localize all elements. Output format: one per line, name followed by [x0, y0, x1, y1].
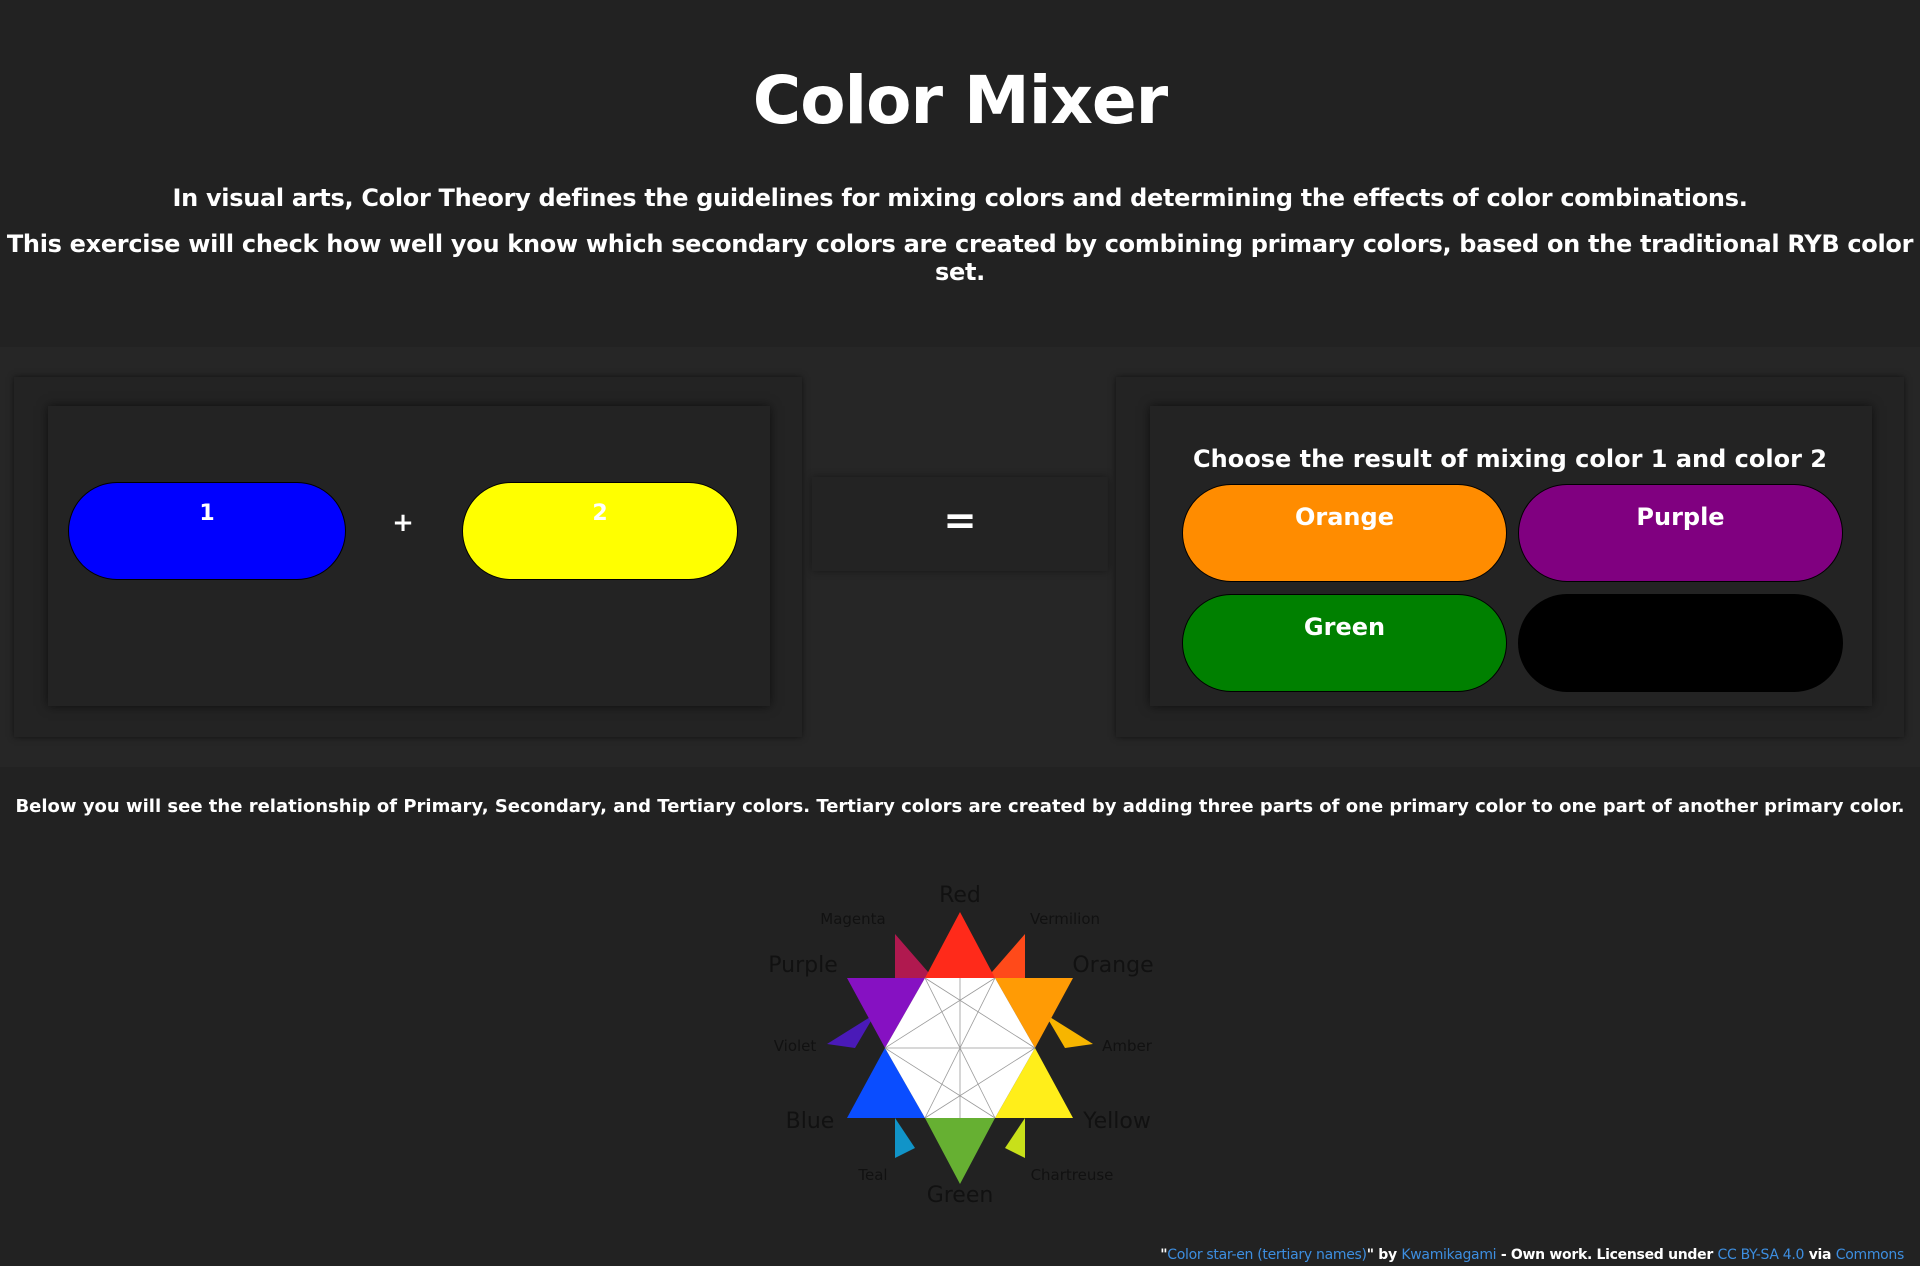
color-1-label: 1	[199, 501, 215, 526]
label-orange: Orange	[1072, 953, 1153, 978]
label-teal: Teal	[857, 1166, 887, 1184]
label-red: Red	[939, 883, 981, 908]
label-amber: Amber	[1102, 1037, 1153, 1055]
option-orange-button[interactable]: Orange	[1182, 484, 1507, 582]
choose-result-heading: Choose the result of mixing color 1 and …	[1193, 445, 1827, 473]
red-triangle	[925, 912, 995, 978]
credit-license-text: - Own work. Licensed under	[1496, 1247, 1718, 1263]
credit-via: via	[1804, 1247, 1836, 1263]
credit-work-link[interactable]: Color star-en (tertiary names)	[1167, 1247, 1367, 1263]
color-2-label: 2	[592, 501, 608, 526]
option-green-button[interactable]: Green	[1182, 594, 1507, 692]
option-orange-label: Orange	[1295, 503, 1394, 531]
violet-triangle	[827, 1014, 875, 1048]
credit-author-link[interactable]: Kwamikagami	[1401, 1247, 1496, 1263]
intro-text-line-1: In visual arts, Color Theory defines the…	[172, 184, 1748, 212]
option-purple-label: Purple	[1636, 503, 1725, 531]
plus-sign: +	[392, 508, 414, 538]
chartreuse-triangle	[1005, 1118, 1025, 1158]
color-mixer-page: Color Mixer In visual arts, Color Theory…	[0, 0, 1920, 1266]
credit-license-link[interactable]: CC BY-SA 4.0	[1718, 1247, 1805, 1263]
equals-sign: =	[943, 498, 977, 544]
option-black-label	[1519, 595, 1842, 613]
color-1-swatch[interactable]: 1	[68, 482, 346, 580]
label-green: Green	[927, 1183, 994, 1208]
credit-source-link[interactable]: Commons	[1836, 1247, 1905, 1263]
credit-by: " by	[1366, 1247, 1402, 1263]
image-credit: "Color star-en (tertiary names)" by Kwam…	[1160, 1247, 1904, 1263]
option-purple-button[interactable]: Purple	[1518, 484, 1843, 582]
label-magenta: Magenta	[820, 910, 885, 928]
color-2-swatch[interactable]: 2	[462, 482, 738, 580]
label-violet: Violet	[774, 1037, 817, 1055]
green-triangle	[925, 1118, 995, 1184]
label-blue: Blue	[786, 1109, 835, 1134]
label-chartreuse: Chartreuse	[1031, 1166, 1114, 1184]
option-black-button[interactable]	[1518, 594, 1843, 692]
label-yellow: Yellow	[1082, 1109, 1151, 1134]
option-green-label: Green	[1303, 613, 1386, 641]
color-wheel-description: Below you will see the relationship of P…	[15, 796, 1905, 817]
label-purple: Purple	[768, 953, 837, 978]
page-title: Color Mixer	[752, 62, 1168, 139]
color-star-image: Red Orange Yellow Green Blue Purple Verm…	[768, 883, 1153, 1208]
intro-text-line-2: This exercise will check how well you kn…	[6, 230, 1914, 286]
label-vermilion: Vermilion	[1030, 910, 1100, 928]
teal-triangle	[895, 1118, 915, 1158]
amber-triangle	[1045, 1014, 1093, 1048]
